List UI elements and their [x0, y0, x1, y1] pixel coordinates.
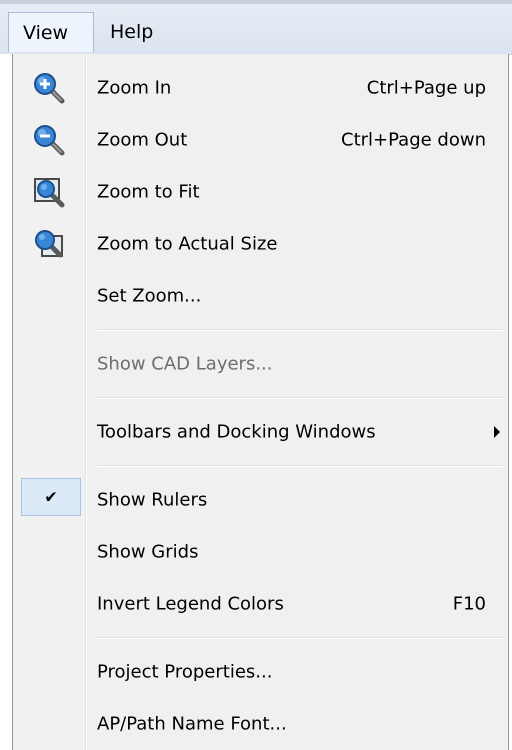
- menubar-view[interactable]: View: [8, 12, 94, 52]
- menu-separator: [97, 329, 502, 331]
- menu-separator: [97, 465, 502, 467]
- menu-item-label: Zoom to Actual Size: [97, 233, 278, 255]
- checkmark-icon: ✔: [44, 487, 58, 507]
- menu-item-label: Show Grids: [97, 541, 199, 563]
- menu-item-shortcut: Ctrl+Page up: [366, 77, 486, 99]
- zoom-out-icon: [34, 125, 65, 156]
- menu-item-label: Toolbars and Docking Windows: [97, 421, 376, 443]
- menu-item-zoom-out[interactable]: Zoom Out Ctrl+Page down: [13, 114, 508, 166]
- menu-item-label: Show Rulers: [97, 489, 208, 511]
- app-window: View Help Zoom In Ctrl+Page up Zoom Out …: [0, 0, 512, 750]
- menu-item-show-rulers[interactable]: ✔ Show Rulers: [13, 474, 508, 526]
- menu-item-label: Zoom to Fit: [97, 181, 200, 203]
- menu-item-label: Project Properties...: [97, 661, 273, 683]
- menu-item-invert-legend-colors[interactable]: Invert Legend Colors F10: [13, 578, 508, 630]
- menu-item-zoom-in[interactable]: Zoom In Ctrl+Page up: [13, 62, 508, 114]
- menu-bar: View Help: [0, 0, 512, 55]
- menu-item-shortcut: Ctrl+Page down: [341, 129, 486, 151]
- menu-item-label: Zoom Out: [97, 129, 188, 151]
- submenu-arrow-icon: [494, 426, 500, 438]
- menubar-top-border: [0, 0, 512, 4]
- zoom-actual-size-icon: [35, 230, 63, 258]
- checked-indicator: ✔: [21, 478, 81, 516]
- zoom-in-icon: [34, 73, 65, 104]
- menu-item-zoom-to-fit[interactable]: Zoom to Fit: [13, 166, 508, 218]
- underlying-window-edge: [0, 54, 12, 750]
- menu-item-label: Zoom In: [97, 77, 172, 99]
- view-menu-dropdown: Zoom In Ctrl+Page up Zoom Out Ctrl+Page …: [12, 54, 509, 750]
- menu-item-show-cad-layers: Show CAD Layers...: [13, 338, 508, 390]
- menu-item-toolbars-docking-windows[interactable]: Toolbars and Docking Windows: [13, 406, 508, 458]
- menubar-help[interactable]: Help: [96, 12, 167, 52]
- menu-item-project-properties[interactable]: Project Properties...: [13, 646, 508, 698]
- menu-item-label: AP/Path Name Font...: [97, 713, 287, 735]
- menu-item-shortcut: F10: [452, 593, 486, 615]
- menu-item-ap-path-name-font[interactable]: AP/Path Name Font...: [13, 698, 508, 750]
- menu-separator: [97, 397, 502, 399]
- menu-item-label: Show CAD Layers...: [97, 353, 273, 375]
- menu-separator: [97, 637, 502, 639]
- menu-item-zoom-actual-size[interactable]: Zoom to Actual Size: [13, 218, 508, 270]
- zoom-to-fit-icon: [34, 178, 65, 208]
- menu-item-set-zoom[interactable]: Set Zoom...: [13, 270, 508, 322]
- menu-item-show-grids[interactable]: Show Grids: [13, 526, 508, 578]
- menu-item-label: Set Zoom...: [97, 285, 202, 307]
- menu-item-label: Invert Legend Colors: [97, 593, 284, 615]
